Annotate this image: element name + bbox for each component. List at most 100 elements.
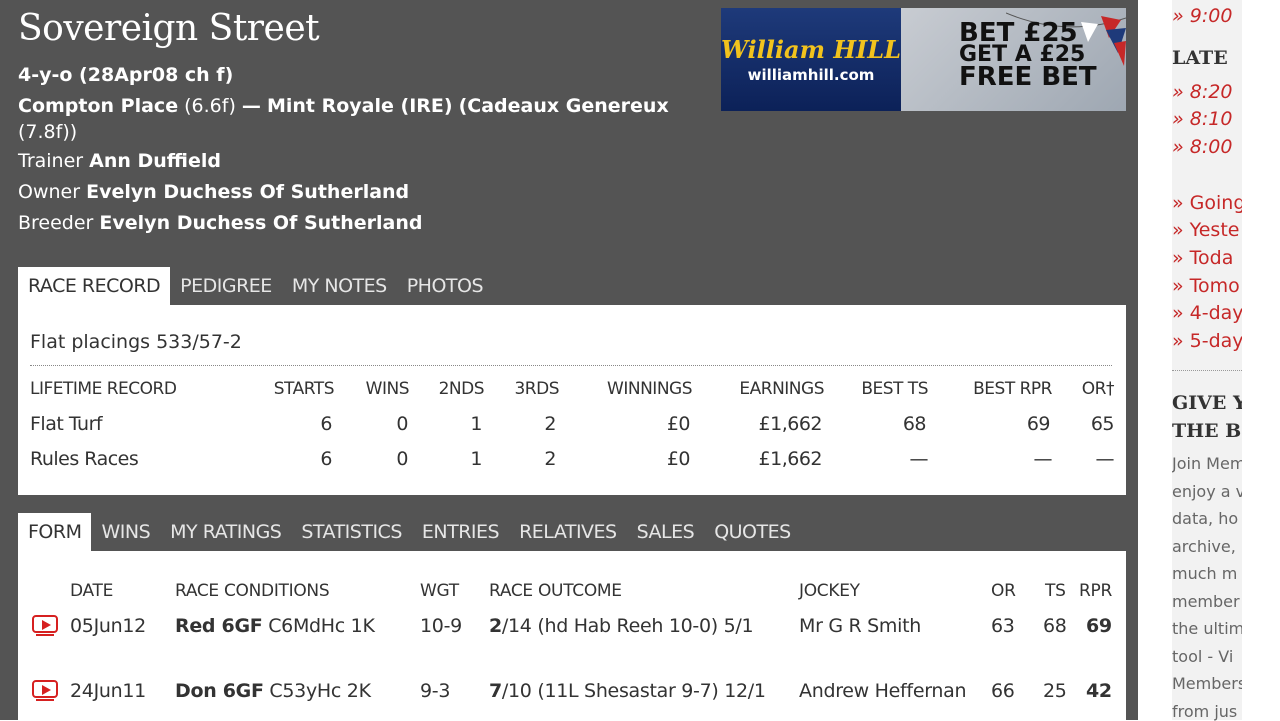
race-time-link[interactable]: » 8:20 <box>1172 81 1242 103</box>
tab-relatives[interactable]: RELATIVES <box>509 513 627 551</box>
tab-pedigree[interactable]: PEDIGREE <box>170 267 282 305</box>
form-rpr: 42 <box>1086 680 1112 702</box>
tab-sales[interactable]: SALES <box>627 513 705 551</box>
form-or: 66 <box>991 680 1015 702</box>
sidebar-text: enjoy a v <box>1172 482 1242 501</box>
dash: — <box>241 95 261 117</box>
tab-entries[interactable]: ENTRIES <box>412 513 509 551</box>
header-ts: TS <box>1045 581 1066 601</box>
header-wins: WINS <box>365 379 410 399</box>
course-link[interactable]: Don 6GF <box>175 680 264 702</box>
owner-line: Owner Evelyn Duchess Of Sutherland <box>18 179 409 205</box>
form-box: DATE RACE CONDITIONS WGT RACE OUTCOME JO… <box>18 551 1126 720</box>
tab-my-ratings[interactable]: MY RATINGS <box>160 513 291 551</box>
row-label-flat-turf: Flat Turf <box>30 413 103 435</box>
sidebar-link-tomorrow[interactable]: » Tomo <box>1172 275 1242 297</box>
ad-logo-panel: William HILL williamhill.com <box>721 8 901 111</box>
horse-age-line: 4-y-o (28Apr08 ch f) <box>18 64 234 86</box>
form-tabs: FORM WINS MY RATINGS STATISTICS ENTRIES … <box>18 513 801 551</box>
breeder-line: Breeder Evelyn Duchess Of Sutherland <box>18 210 423 236</box>
header-race-outcome: RACE OUTCOME <box>489 581 622 601</box>
finish-position: 7 <box>489 680 502 702</box>
ad-line-3: FREE BET <box>959 62 1097 92</box>
tab-wins[interactable]: WINS <box>91 513 160 551</box>
cell: 69 <box>1026 413 1051 435</box>
cell: — <box>1095 448 1115 470</box>
flat-placings: Flat placings 533/57-2 <box>30 331 242 353</box>
cell: 0 <box>396 413 408 435</box>
dam-link[interactable]: Mint Royale (IRE) <box>267 95 453 117</box>
dotted-divider <box>30 365 1112 366</box>
tab-race-record[interactable]: RACE RECORD <box>18 267 171 305</box>
outcome-detail: /14 (hd Hab Reeh 10-0) 5/1 <box>501 615 754 637</box>
header-or: OR† <box>1081 379 1115 399</box>
cell: £0 <box>666 413 691 435</box>
form-date[interactable]: 24Jun11 <box>70 680 146 702</box>
course-link[interactable]: Red 6GF <box>175 615 263 637</box>
form-ts: 68 <box>1043 615 1067 637</box>
tab-quotes[interactable]: QUOTES <box>704 513 801 551</box>
header-wgt: WGT <box>420 581 459 601</box>
ad-line-1: BET £25 <box>959 18 1078 48</box>
sidebar-link-5-day[interactable]: » 5-day <box>1172 330 1242 352</box>
race-class: C6MdHc 1K <box>268 615 375 637</box>
damsire-distance: (7.8f)) <box>18 121 78 143</box>
cell: £0 <box>666 448 691 470</box>
give-heading-line-1: GIVE Y <box>1172 392 1242 414</box>
give-heading-line-2: THE B <box>1172 420 1242 442</box>
william-hill-ad-banner[interactable]: William HILL williamhill.com BET £25 GET… <box>721 8 1126 111</box>
video-replay-icon[interactable] <box>32 680 58 701</box>
tab-statistics[interactable]: STATISTICS <box>291 513 412 551</box>
ad-url: williamhill.com <box>747 66 875 84</box>
cell: 0 <box>396 448 408 470</box>
sidebar-link-going[interactable]: » Going <box>1172 192 1242 214</box>
form-weight: 9-3 <box>420 680 451 702</box>
sidebar-divider <box>1172 370 1242 371</box>
form-date[interactable]: 05Jun12 <box>70 615 146 637</box>
record-tabs: RACE RECORD PEDIGREE MY NOTES PHOTOS <box>18 267 493 305</box>
ad-offer-text: BET £25 GET A £25 FREE BET <box>959 18 1097 92</box>
sidebar-link-yesterday[interactable]: » Yeste <box>1172 219 1242 241</box>
sidebar-text: Join Mem <box>1172 454 1242 473</box>
william-hill-logo: William HILL <box>721 35 901 64</box>
tab-my-notes[interactable]: MY NOTES <box>282 267 397 305</box>
row-label-rules-races: Rules Races <box>30 448 139 470</box>
cell: 65 <box>1090 413 1115 435</box>
form-or: 63 <box>991 615 1015 637</box>
sidebar-text: member <box>1172 592 1240 611</box>
tab-photos[interactable]: PHOTOS <box>397 267 493 305</box>
cell: £1,662 <box>758 413 823 435</box>
race-time-link[interactable]: » 8:00 <box>1172 136 1242 158</box>
page-edge <box>1242 0 1280 720</box>
sidebar-link-4-day[interactable]: » 4-day <box>1172 302 1242 324</box>
cell: 2 <box>544 413 556 435</box>
trainer-label: Trainer <box>18 150 84 172</box>
form-conditions: Don 6GF C53yHc 2K <box>175 680 371 702</box>
header-earnings: EARNINGS <box>739 379 824 399</box>
header-best-rpr: BEST RPR <box>973 379 1052 399</box>
form-outcome: 2/14 (hd Hab Reeh 10-0) 5/1 <box>489 615 754 637</box>
sidebar-link-today[interactable]: » Toda <box>1172 247 1242 269</box>
race-time-link[interactable]: » 9:00 <box>1172 5 1242 27</box>
finish-position: 2 <box>489 615 502 637</box>
damsire-link[interactable]: (Cadeaux Genereux <box>459 95 669 117</box>
header-starts: STARTS <box>273 379 335 399</box>
sire-link[interactable]: Compton Place <box>18 95 178 117</box>
form-weight: 10-9 <box>420 615 462 637</box>
tab-form[interactable]: FORM <box>18 513 92 551</box>
trainer-link[interactable]: Ann Duffield <box>89 150 221 172</box>
breeder-name: Evelyn Duchess Of Sutherland <box>99 212 423 234</box>
horse-name: Sovereign Street <box>18 8 320 49</box>
header-rpr: RPR <box>1079 581 1112 601</box>
video-replay-icon[interactable] <box>32 615 58 636</box>
header-jockey: JOCKEY <box>799 581 860 601</box>
form-jockey[interactable]: Andrew Heffernan <box>799 680 967 702</box>
cell: — <box>909 448 929 470</box>
header-or: OR <box>991 581 1016 601</box>
sidebar-text: Members <box>1172 674 1242 693</box>
cell: 1 <box>470 413 482 435</box>
race-time-link[interactable]: » 8:10 <box>1172 108 1242 130</box>
form-jockey[interactable]: Mr G R Smith <box>799 615 921 637</box>
owner-label: Owner <box>18 181 81 203</box>
form-outcome: 7/10 (11L Shesastar 9-7) 12/1 <box>489 680 766 702</box>
